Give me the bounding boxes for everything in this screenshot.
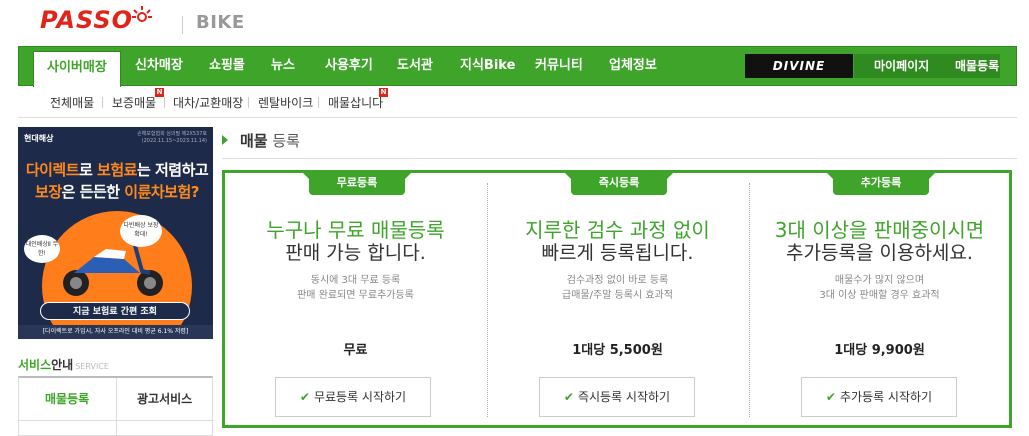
check-icon: ✔ [299,390,310,404]
nav-item-library[interactable]: 도서관 [397,47,433,85]
option-price: 1대당 5,500원 [572,343,663,358]
option-tab: 즉시등록 [565,173,673,195]
site-header: PASSO BIKE [0,0,1029,46]
insurance-ad-banner[interactable]: 현대해상 손해보험협회 심의필 제2X537호 (2022.11.15~2023… [18,127,213,339]
option-subhead: 판매 가능 합니다. [285,242,426,264]
service-advertising[interactable]: 광고서비스 [137,390,192,407]
mypage-button[interactable]: 마이페이지 [874,54,929,78]
subnav-divider [164,97,165,108]
nav-item-new-cars[interactable]: 신차매장 [135,47,183,85]
banner-headline: 다이렉트로 보험료는 저렴하고 보장은 든든한 이륜차보험? [25,161,209,201]
subnav-all-listings[interactable]: 전체매물 [50,94,94,111]
option-tab: 추가등록 [827,173,935,195]
divine-brand-link[interactable]: DIVINE [745,54,853,78]
subnav-divider [318,97,319,108]
banner-footer-text: [다이렉트로 가입시, 자사 오프라인 대비 평균 6.1% 저렴] [18,325,213,339]
subnav-rental-bike[interactable]: 렌탈바이크 [258,94,313,111]
banner-brand: 현대해상 [24,134,54,143]
option-description: 검수과정 없이 바로 등록 급매물/주말 등록시 효과적 [562,275,673,301]
service-menu: 매물등록 광고서비스 [18,376,214,436]
option-instant: 즉시등록 지루한 검수 과정 없이 빠르게 등록됩니다. 검수과정 없이 바로 … [487,173,748,425]
instant-register-start-button[interactable]: ✔ 즉시등록 시작하기 [539,377,695,417]
title-divider [222,158,1017,159]
service-listing-register[interactable]: 매물등록 [45,390,89,407]
subnav-buy-requests[interactable]: 매물삽니다 [328,94,383,111]
sun-icon [132,6,153,22]
page-title: 매물 등록 [240,132,300,150]
nav-item-knowledge[interactable]: 지식Bike [460,47,515,85]
title-arrow-icon [222,135,228,145]
option-additional: 추가등록 3대 이상을 판매중이시면 추가등록을 이용하세요. 매물수가 많지 … [749,173,1010,425]
check-icon: ✔ [825,390,836,404]
nav-item-company-info[interactable]: 업체정보 [609,47,657,85]
main-nav: 사이버매장 신차매장 쇼핑몰 뉴스 사용후기 도서관 지식Bike 커뮤니티 업… [18,46,1017,87]
passo-logo[interactable]: PASSO [40,6,153,34]
subnav-trade-store[interactable]: 대차/교환매장 [173,94,243,111]
nav-item-shop[interactable]: 쇼핑몰 [209,47,245,85]
subnav-divider [248,97,249,108]
service-row-divider [19,420,214,421]
nav-item-cyber-store[interactable]: 사이버매장 [33,51,121,87]
register-listing-button[interactable]: 매물등록 [955,54,999,78]
logo-divider [182,16,183,34]
registration-options-panel: 무료등록 누구나 무료 매물등록 판매 가능 합니다. 동시에 3대 무료 등록… [222,170,1012,428]
additional-register-start-button[interactable]: ✔ 추가등록 시작하기 [801,377,957,417]
subnav-divider [102,97,103,108]
sub-nav: 전체매물 보증매물 N 대차/교환매장 렌탈바이크 매물삽니다 N [18,86,1017,118]
service-divider [116,378,117,436]
service-title: 서비스안내 SERVICE [18,358,109,372]
option-subhead: 빠르게 등록됩니다. [541,242,694,264]
section-name: BIKE [196,12,245,33]
option-description: 매물수가 많지 않으며 3대 이상 판매할 경우 효과적 [819,275,940,301]
new-badge: N [379,88,388,97]
banner-bubble-unlimited: 대인배상Ⅱ 무한! [24,235,60,263]
option-price: 무료 [343,343,368,358]
option-free: 무료등록 누구나 무료 매물등록 판매 가능 합니다. 동시에 3대 무료 등록… [225,173,486,425]
logo-text: PASSO [40,6,134,34]
banner-bubble-coverage: 다빈배상 보장 확대! [120,215,162,247]
option-subhead: 추가등록을 이용하세요. [786,242,973,264]
option-tab: 무료등록 [303,173,411,195]
subnav-certified-listings[interactable]: 보증매물 [112,94,156,111]
free-register-start-button[interactable]: ✔ 무료등록 시작하기 [275,377,431,417]
nav-item-community[interactable]: 커뮤니티 [535,47,583,85]
check-icon: ✔ [563,390,574,404]
new-badge: N [155,88,164,97]
nav-item-reviews[interactable]: 사용후기 [325,47,373,85]
option-description: 동시에 3대 무료 등록 판매 완료되면 무료추가등록 [297,275,414,301]
option-price: 1대당 9,900원 [834,343,925,358]
banner-cta-button[interactable]: 지금 보험료 간편 조회 [40,302,190,320]
nav-user-buttons: 마이페이지 매물등록 [854,54,1000,78]
banner-notice: 손해보험협회 심의필 제2X537호 (2022.11.15~2023.11.1… [137,131,207,144]
nav-item-news[interactable]: 뉴스 [271,47,295,85]
